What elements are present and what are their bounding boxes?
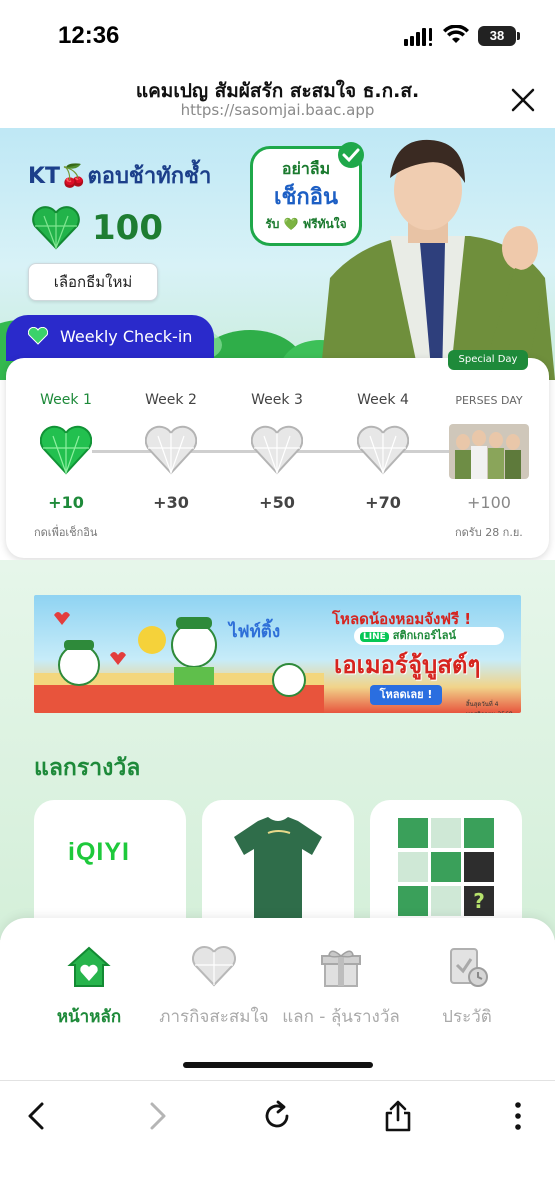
more-icon[interactable] <box>500 1098 536 1134</box>
week-label: Week 3 <box>251 392 303 408</box>
status-time: 12:36 <box>58 22 120 49</box>
line-sticker-banner[interactable]: ไฟท์ติ้ง โหลดน้องหอมจังฟรี ! LINE สติกเกอ… <box>34 595 521 713</box>
week-reward: +50 <box>259 493 295 512</box>
special-day-badge: Special Day <box>448 350 528 370</box>
nav-item-history[interactable]: ประวัติ <box>398 945 536 1035</box>
points-value: 100 <box>92 208 163 248</box>
presenter-photo <box>320 139 555 380</box>
week-label: PERSES DAY <box>455 394 523 407</box>
home-icon <box>67 946 111 987</box>
svg-text:?: ? <box>473 889 485 913</box>
battery-tip <box>517 32 520 40</box>
close-icon[interactable] <box>508 85 538 115</box>
reload-icon[interactable] <box>259 1098 295 1134</box>
green-heart-gem-icon[interactable] <box>40 425 92 475</box>
line-sticker-label: LINE สติกเกอร์ไลน์ <box>354 627 504 645</box>
silver-heart-gem-icon <box>145 425 197 475</box>
hero-title: KT🍒ตอบช้าทักช้ำ <box>28 164 212 189</box>
banner-footnote: สิ้นสุดวันที่ 4 พฤศจิกายน 2568 <box>466 701 513 713</box>
wifi-icon <box>443 25 469 43</box>
battery-level: 38 <box>489 28 505 43</box>
weekly-tab-label: Weekly Check-in <box>60 327 193 346</box>
green-heart-gem-icon <box>32 206 80 250</box>
battery-indicator: 38 <box>478 26 516 46</box>
banner-main-text: เอเมอร์จู้บูสต์ๆ <box>334 651 481 679</box>
share-icon[interactable] <box>380 1098 416 1134</box>
banner-art-text: ไฟท์ติ้ง <box>227 618 280 642</box>
download-now-button[interactable]: โหลดเลย ! <box>370 685 442 705</box>
green-tshirt-image <box>234 817 322 923</box>
forward-icon[interactable] <box>138 1098 174 1134</box>
sticker-characters-art: ไฟท์ติ้ง <box>34 612 324 713</box>
signal-icon <box>404 28 432 46</box>
iqiyi-logo: iQIYI <box>68 838 130 866</box>
silver-heart-gem-icon <box>251 425 303 475</box>
checkin-hint: กดเพื่อเช็กอิน <box>34 526 98 539</box>
history-icon <box>450 948 488 987</box>
nav-label-missions: ภารกิจสะสมใจ <box>159 1007 269 1027</box>
nav-label-home: หน้าหลัก <box>56 1007 122 1027</box>
nav-label-rewards: แลก - ลุ้นรางวัล <box>282 1007 400 1027</box>
week-label: Week 1 <box>40 392 92 408</box>
week-reward: +100 <box>467 493 511 512</box>
choose-theme-button[interactable]: เลือกธีมใหม่ <box>28 263 158 301</box>
weekly-checkin-tab[interactable]: Weekly Check-in <box>6 315 214 361</box>
home-indicator <box>183 1062 373 1068</box>
week-label: Week 2 <box>145 392 197 408</box>
nav-item-missions[interactable]: ภารกิจสะสมใจ <box>145 945 283 1035</box>
week-label: Week 4 <box>357 392 409 408</box>
photo-cards-image: ? <box>398 818 494 916</box>
nav-item-home[interactable]: หน้าหลัก <box>20 945 158 1035</box>
back-icon[interactable] <box>20 1098 56 1134</box>
perses-claim-date: กดรับ 28 ก.ย. <box>455 526 523 539</box>
points-display: 100 <box>32 206 163 250</box>
week-reward: +10 <box>48 493 84 512</box>
nav-label-history: ประวัติ <box>442 1007 492 1027</box>
green-heart-icon <box>28 327 48 345</box>
week-reward: +70 <box>365 493 401 512</box>
line-sticker-text: สติกเกอร์ไลน์ <box>392 629 457 642</box>
perses-group-photo <box>449 424 529 479</box>
gift-icon <box>321 950 361 987</box>
rewards-section-title: แลกรางวัล <box>34 755 141 781</box>
browser-header: แคมเปญ สัมผัสรัก สะสมใจ ธ.ก.ส. https://s… <box>0 70 555 128</box>
page-url[interactable]: https://sasomjai.baac.app <box>0 101 555 119</box>
silver-heart-gem-icon <box>357 425 409 475</box>
nav-item-rewards[interactable]: แลก - ลุ้นรางวัล <box>272 945 410 1035</box>
week-reward: +30 <box>153 493 189 512</box>
heart-mission-icon <box>192 945 236 987</box>
line-logo: LINE <box>360 632 389 642</box>
status-bar: 12:36 38 <box>0 0 555 70</box>
